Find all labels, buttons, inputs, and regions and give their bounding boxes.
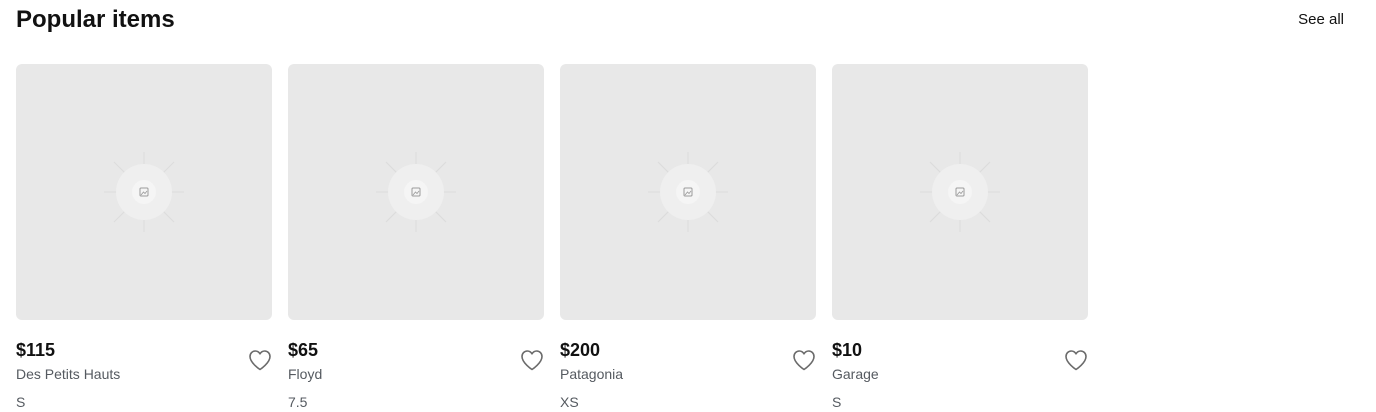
favorite-button[interactable] [248,348,272,372]
heart-icon [1065,350,1087,371]
heart-icon [793,350,815,371]
item-size: S [832,394,842,410]
image-placeholder-icon [648,152,728,232]
item-size: XS [560,394,579,410]
item-cards-row: $115 Des Petits Hauts S $65 Floyd 7.5 $2… [16,64,1088,412]
item-size: 7.5 [288,394,308,410]
item-brand: Garage [832,366,879,382]
item-card[interactable]: $65 Floyd 7.5 [288,64,544,412]
item-brand: Des Petits Hauts [16,366,121,382]
item-price: $200 [560,340,601,360]
item-card[interactable]: $115 Des Petits Hauts S [16,64,272,412]
favorite-button[interactable] [520,348,544,372]
image-placeholder-icon [104,152,184,232]
image-placeholder-icon [376,152,456,232]
item-brand: Patagonia [560,366,624,382]
item-price: $65 [288,340,319,360]
favorite-button[interactable] [792,348,816,372]
item-image[interactable] [16,64,272,320]
section-title: Popular items [16,6,175,33]
item-card[interactable]: $10 Garage S [832,64,1088,412]
item-image[interactable] [832,64,1088,320]
popular-items-section: Popular items See all $115 Des Petits Ha… [0,0,1376,412]
item-card[interactable]: $200 Patagonia XS [560,64,816,412]
item-image[interactable] [288,64,544,320]
item-brand: Floyd [288,366,323,382]
item-price: $10 [832,340,863,360]
heart-icon [521,350,543,371]
heart-icon [249,350,271,371]
item-size: S [16,394,26,410]
image-placeholder-icon [920,152,1000,232]
see-all-link[interactable]: See all [1298,11,1344,29]
item-image[interactable] [560,64,816,320]
favorite-button[interactable] [1064,348,1088,372]
item-price: $115 [16,340,56,360]
